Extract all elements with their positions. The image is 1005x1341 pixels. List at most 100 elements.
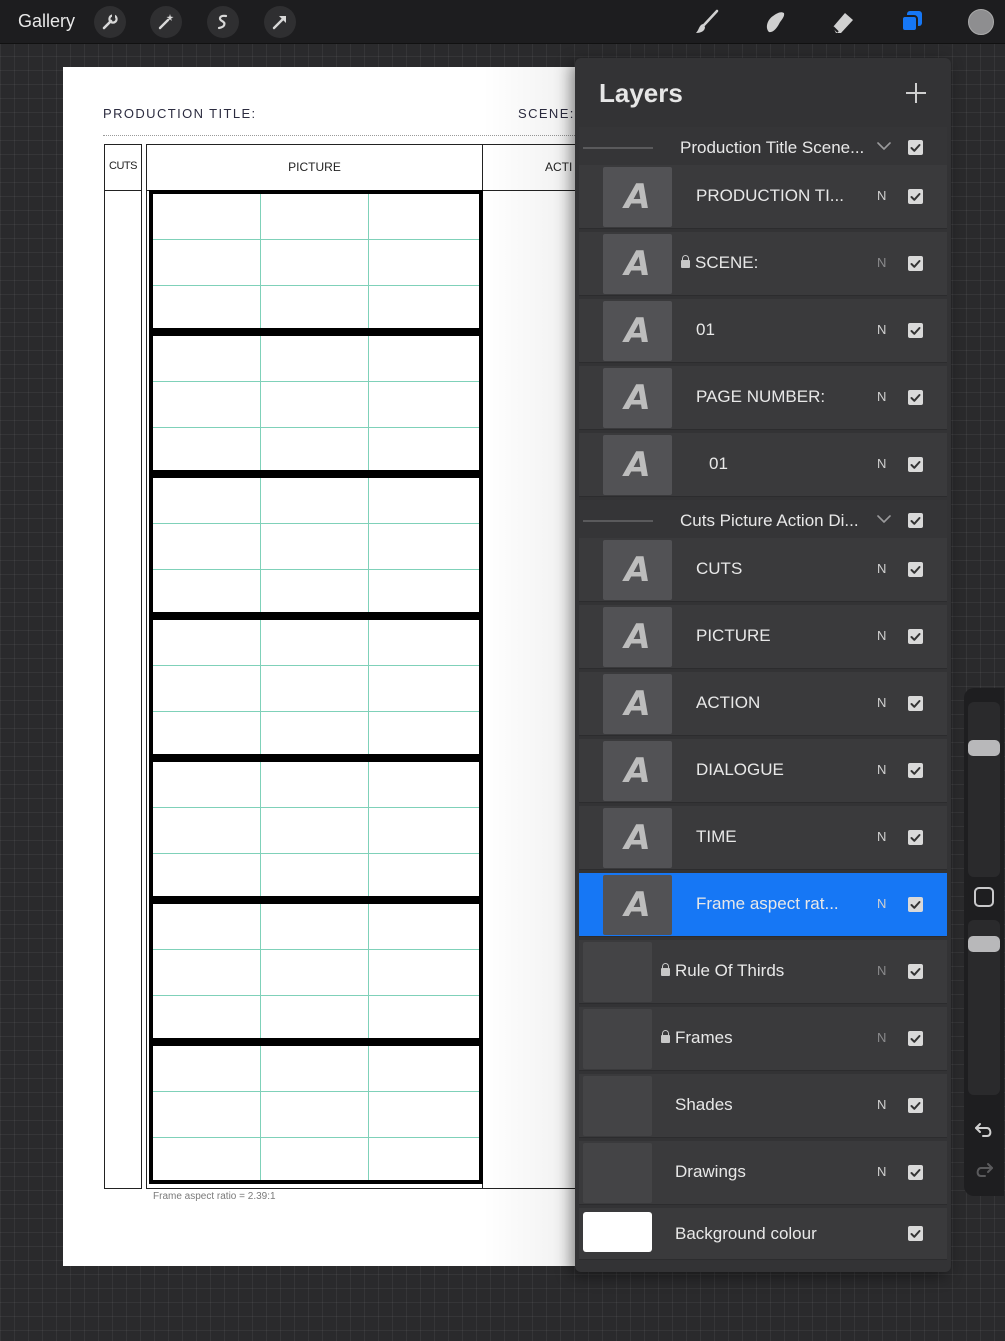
layer-row[interactable]: Frames N: [579, 1007, 947, 1071]
magic-wand-icon[interactable]: [150, 6, 182, 38]
layer-row[interactable]: Rule Of Thirds N: [579, 940, 947, 1004]
storyboard-frame: [149, 900, 483, 1042]
blend-mode-button[interactable]: N: [877, 963, 886, 978]
visibility-checkbox[interactable]: [908, 189, 923, 204]
visibility-checkbox[interactable]: [908, 256, 923, 271]
wrench-icon[interactable]: [94, 6, 126, 38]
background-swatch[interactable]: [583, 1212, 652, 1252]
lock-icon: [681, 255, 690, 268]
layer-name-text: DIALOGUE: [696, 760, 784, 779]
blend-mode-button[interactable]: N: [877, 829, 886, 844]
layer-row[interactable]: A Frame aspect rat... N: [579, 873, 947, 937]
layer-row[interactable]: A CUTS N: [579, 538, 947, 602]
text-layer-icon: A: [624, 550, 651, 590]
brush-sidebar: [964, 688, 1004, 1196]
undo-icon[interactable]: [972, 1118, 996, 1142]
layer-row[interactable]: Background colour: [579, 1208, 947, 1260]
opacity-thumb[interactable]: [968, 935, 1000, 952]
blend-mode-button[interactable]: N: [877, 456, 886, 471]
visibility-checkbox[interactable]: [908, 323, 923, 338]
layer-thumbnail: [583, 1076, 652, 1136]
layer-name: PRODUCTION TI...: [696, 186, 844, 206]
visibility-checkbox[interactable]: [908, 390, 923, 405]
chevron-down-icon[interactable]: [875, 137, 893, 155]
layer-row[interactable]: A DIALOGUE N: [579, 739, 947, 803]
blend-mode-button[interactable]: N: [877, 1097, 886, 1112]
visibility-checkbox[interactable]: [908, 140, 923, 155]
visibility-checkbox[interactable]: [908, 513, 923, 528]
layer-row[interactable]: A 01 N: [579, 299, 947, 363]
brush-size-thumb[interactable]: [968, 740, 1000, 757]
brush-size-slider[interactable]: [968, 702, 1000, 877]
blend-mode-button[interactable]: N: [877, 255, 886, 270]
blend-mode-button[interactable]: N: [877, 762, 886, 777]
color-swatch[interactable]: [968, 9, 994, 35]
blend-mode-button[interactable]: N: [877, 1030, 886, 1045]
smudge-icon[interactable]: [759, 6, 791, 38]
visibility-checkbox[interactable]: [908, 1031, 923, 1046]
layer-name: ACTION: [696, 693, 760, 713]
layer-name: Cuts Picture Action Di...: [680, 511, 859, 531]
modify-button[interactable]: [974, 887, 994, 907]
layer-row[interactable]: A 01 N: [579, 433, 947, 497]
visibility-checkbox[interactable]: [908, 696, 923, 711]
layer-name: PICTURE: [696, 626, 771, 646]
layer-name-text: 01: [709, 454, 728, 473]
storyboard-frame: [149, 758, 483, 900]
layer-row[interactable]: Drawings N: [579, 1141, 947, 1205]
visibility-checkbox[interactable]: [908, 1098, 923, 1113]
eraser-icon[interactable]: [827, 6, 859, 38]
layer-group-row[interactable]: Cuts Picture Action Di...: [579, 500, 947, 542]
layer-group-row[interactable]: Production Title Scene...: [579, 127, 947, 169]
storyboard-frame: [149, 474, 483, 616]
text-layer-icon: A: [624, 751, 651, 791]
blend-mode-button[interactable]: N: [877, 896, 886, 911]
layer-row[interactable]: A SCENE: N: [579, 232, 947, 296]
group-indicator: [583, 520, 653, 522]
text-layer-thumbnail: A: [603, 301, 672, 361]
layer-name: Drawings: [675, 1162, 746, 1182]
blend-mode-button[interactable]: N: [877, 695, 886, 710]
lock-icon: [661, 1030, 670, 1043]
visibility-checkbox[interactable]: [908, 964, 923, 979]
layers-panel: Layers Production Title Scene... A PRODUCT…: [575, 58, 951, 1272]
redo-icon[interactable]: [972, 1158, 996, 1182]
visibility-checkbox[interactable]: [908, 763, 923, 778]
layer-row[interactable]: A PICTURE N: [579, 605, 947, 669]
blend-mode-button[interactable]: N: [877, 561, 886, 576]
add-layer-button[interactable]: [903, 80, 929, 106]
visibility-checkbox[interactable]: [908, 830, 923, 845]
selection-icon[interactable]: [207, 6, 239, 38]
visibility-checkbox[interactable]: [908, 1165, 923, 1180]
visibility-checkbox[interactable]: [908, 897, 923, 912]
layer-row[interactable]: Shades N: [579, 1074, 947, 1138]
gallery-button[interactable]: Gallery: [18, 11, 75, 32]
blend-mode-button[interactable]: N: [877, 628, 886, 643]
blend-mode-button[interactable]: N: [877, 188, 886, 203]
brush-icon[interactable]: [691, 6, 723, 38]
blend-mode-button[interactable]: N: [877, 389, 886, 404]
blend-mode-button[interactable]: N: [877, 1164, 886, 1179]
layer-name-text: Rule Of Thirds: [675, 961, 785, 980]
transform-arrow-icon[interactable]: [264, 6, 296, 38]
layer-row[interactable]: A PRODUCTION TI... N: [579, 165, 947, 229]
layer-name-text: Production Title Scene...: [680, 138, 865, 157]
storyboard-frame: [149, 332, 483, 474]
layer-row[interactable]: A TIME N: [579, 806, 947, 870]
blend-mode-button[interactable]: N: [877, 322, 886, 337]
layer-name-text: CUTS: [696, 559, 743, 578]
layer-name: Production Title Scene...: [680, 138, 864, 158]
visibility-checkbox[interactable]: [908, 629, 923, 644]
visibility-checkbox[interactable]: [908, 562, 923, 577]
layers-icon[interactable]: [896, 6, 928, 38]
storyboard-frame: [149, 190, 483, 332]
visibility-checkbox[interactable]: [908, 1226, 923, 1241]
picture-header: PICTURE: [288, 160, 341, 174]
layer-row[interactable]: A PAGE NUMBER: N: [579, 366, 947, 430]
visibility-checkbox[interactable]: [908, 457, 923, 472]
storyboard-frame: [149, 1042, 483, 1184]
chevron-down-icon[interactable]: [875, 510, 893, 528]
layer-row[interactable]: A ACTION N: [579, 672, 947, 736]
drawing-canvas[interactable]: PRODUCTION TITLE: SCENE: CUTS PICTURE AC…: [63, 67, 575, 1266]
action-column: [482, 144, 575, 1189]
